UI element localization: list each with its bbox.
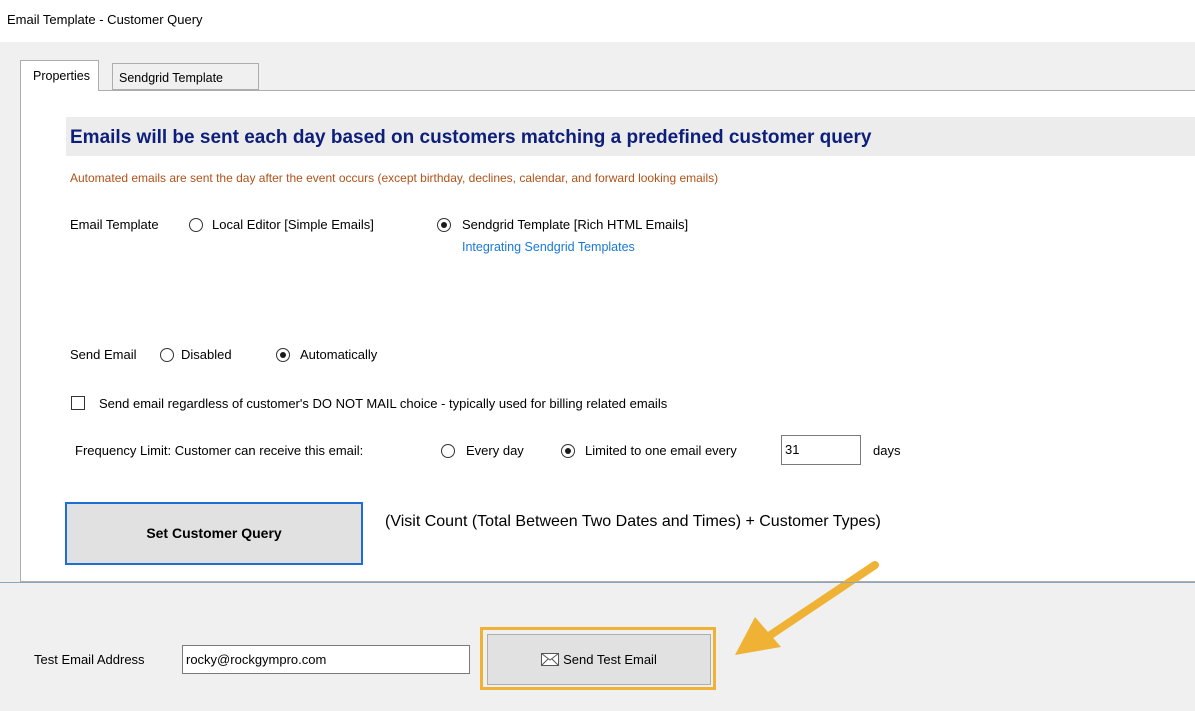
radio-automatically[interactable] bbox=[276, 348, 290, 362]
radio-disabled-label[interactable]: Disabled bbox=[181, 347, 232, 362]
radio-limited-label[interactable]: Limited to one email every bbox=[585, 443, 737, 458]
radio-every-day-label[interactable]: Every day bbox=[466, 443, 524, 458]
days-unit-label: days bbox=[873, 443, 901, 458]
do-not-mail-override-label[interactable]: Send email regardless of customer's DO N… bbox=[99, 396, 667, 411]
query-description: (Visit Count (Total Between Two Dates an… bbox=[385, 513, 881, 530]
email-template-label: Email Template bbox=[70, 217, 159, 232]
radio-local-editor[interactable] bbox=[189, 218, 203, 232]
do-not-mail-override-checkbox[interactable] bbox=[71, 396, 85, 410]
send-email-label: Send Email bbox=[70, 347, 137, 362]
envelope-icon bbox=[541, 653, 560, 666]
send-test-email-label: Send Test Email bbox=[563, 652, 657, 667]
radio-disabled[interactable] bbox=[160, 348, 174, 362]
radio-limited[interactable] bbox=[561, 444, 575, 458]
tab-properties[interactable]: Properties bbox=[20, 60, 99, 91]
window-title: Email Template - Customer Query bbox=[7, 12, 203, 27]
radio-sendgrid-template-label[interactable]: Sendgrid Template [Rich HTML Emails] bbox=[462, 217, 688, 232]
integrating-sendgrid-link[interactable]: Integrating Sendgrid Templates bbox=[462, 240, 635, 254]
send-test-email-button[interactable]: Send Test Email bbox=[487, 634, 711, 685]
arrow-annotation-icon bbox=[735, 561, 879, 655]
banner-heading: Emails will be sent each day based on cu… bbox=[70, 127, 872, 148]
test-email-label: Test Email Address bbox=[34, 652, 145, 667]
automation-notice: Automated emails are sent the day after … bbox=[70, 171, 719, 185]
frequency-days-input[interactable]: 31 bbox=[781, 435, 861, 465]
radio-every-day[interactable] bbox=[441, 444, 455, 458]
tab-sendgrid-template[interactable]: Sendgrid Template bbox=[112, 63, 259, 90]
frequency-limit-label: Frequency Limit: Customer can receive th… bbox=[75, 443, 364, 458]
section-divider bbox=[0, 582, 1195, 583]
set-customer-query-button[interactable]: Set Customer Query bbox=[65, 502, 363, 565]
radio-sendgrid-template[interactable] bbox=[437, 218, 451, 232]
radio-local-editor-label[interactable]: Local Editor [Simple Emails] bbox=[212, 217, 374, 232]
test-email-input[interactable]: rocky@rockgympro.com bbox=[182, 645, 470, 674]
radio-automatically-label[interactable]: Automatically bbox=[300, 347, 377, 362]
